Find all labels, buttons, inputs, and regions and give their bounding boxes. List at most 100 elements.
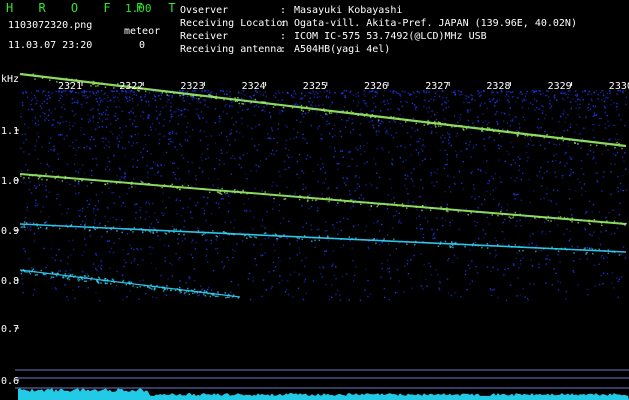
noise-speck	[124, 178, 126, 180]
noise-speck	[240, 167, 243, 169]
noise-speck	[289, 194, 291, 196]
trace-top-speck	[618, 143, 620, 145]
noise-speck	[601, 254, 603, 256]
noise-speck	[399, 219, 401, 222]
noise-speck	[406, 259, 409, 262]
noise-speck	[455, 156, 458, 158]
noise-speck	[443, 118, 446, 120]
noise-speck	[465, 147, 467, 150]
trace-top-speck	[325, 113, 327, 115]
noise-speck	[301, 259, 303, 262]
noise-speck	[432, 237, 434, 240]
noise-speck	[29, 221, 31, 224]
noise-speck	[602, 138, 604, 140]
noise-speck	[281, 110, 283, 112]
noise-speck	[442, 109, 445, 111]
noise-speck	[411, 102, 414, 105]
noise-speck	[586, 288, 589, 291]
trace-faint-speck	[163, 288, 166, 291]
noise-speck	[604, 98, 606, 100]
noise-speck	[180, 114, 182, 116]
noise-speck	[288, 149, 290, 151]
trace-faint-speck	[130, 282, 133, 284]
noise-speck	[133, 248, 135, 251]
noise-speck	[144, 202, 147, 205]
noise-speck	[482, 113, 484, 115]
noise-speck	[528, 243, 530, 245]
noise-speck	[95, 128, 97, 130]
noise-speck	[134, 258, 136, 260]
trace-lower-speck	[110, 227, 112, 229]
noise-speck	[586, 258, 589, 260]
noise-speck	[376, 134, 378, 136]
noise-speck	[533, 98, 536, 100]
noise-speck	[190, 211, 192, 213]
noise-speck	[557, 280, 559, 283]
noise-speck	[537, 127, 539, 129]
noise-speck	[304, 112, 307, 115]
trace-top-speck	[272, 106, 275, 108]
noise-speck	[158, 122, 160, 124]
noise-speck	[24, 133, 27, 135]
trace-lower-speck	[535, 250, 537, 253]
noise-speck	[159, 92, 162, 94]
noise-speck	[616, 277, 618, 279]
noise-speck	[256, 149, 259, 151]
noise-speck	[190, 254, 192, 256]
info-key: Ovserver	[180, 5, 229, 16]
noise-speck	[127, 91, 129, 94]
noise-speck	[538, 129, 540, 132]
noise-speck	[214, 168, 216, 170]
noise-speck	[322, 163, 324, 165]
noise-speck	[598, 124, 601, 127]
header-panel: H R O F F T 1.00 1103072320.png 11.03.07…	[0, 0, 629, 72]
noise-speck	[612, 153, 615, 156]
trace-mid-speck	[31, 175, 34, 177]
noise-speck	[115, 119, 117, 122]
trace-mid-speck	[131, 181, 133, 184]
trace-faint-speck	[149, 287, 151, 289]
trace-lower-speck	[551, 246, 553, 249]
noise-speck	[95, 214, 97, 217]
trace-mid-speck	[429, 207, 431, 209]
noise-speck	[246, 177, 248, 180]
noise-speck	[588, 200, 591, 203]
noise-speck	[264, 238, 266, 240]
noise-speck	[22, 91, 24, 93]
trace-top-speck	[543, 136, 545, 139]
noise-speck	[74, 163, 76, 165]
noise-speck	[230, 101, 232, 103]
noise-speck	[545, 94, 547, 97]
noise-speck	[599, 91, 602, 94]
noise-speck	[59, 204, 62, 206]
trace-mid-speck	[457, 211, 460, 213]
trace-lower-speck	[276, 238, 278, 240]
noise-speck	[587, 106, 589, 109]
noise-speck	[258, 124, 260, 126]
trace-mid-speck	[204, 188, 206, 191]
noise-speck	[155, 267, 157, 270]
noise-speck	[239, 132, 241, 134]
trace-top-speck	[486, 126, 489, 129]
trace-lower-speck	[496, 244, 499, 246]
noise-speck	[172, 171, 175, 174]
trace-top-speck	[215, 97, 218, 100]
trace-mid-speck	[177, 186, 179, 189]
noise-speck	[600, 117, 602, 119]
trace-mid-speck	[588, 219, 590, 221]
noise-speck	[441, 217, 443, 220]
noise-speck	[216, 247, 218, 250]
noise-speck	[137, 249, 139, 251]
noise-speck	[453, 115, 456, 117]
noise-speck	[114, 115, 116, 117]
noise-speck	[149, 252, 152, 255]
noise-speck	[478, 91, 481, 93]
noise-speck	[483, 90, 485, 92]
noise-speck	[272, 181, 274, 184]
noise-speck	[182, 98, 184, 100]
noise-speck	[436, 172, 438, 174]
trace-top-speck	[516, 135, 519, 137]
noise-speck	[456, 154, 458, 156]
noise-speck	[566, 129, 569, 131]
noise-speck	[490, 270, 492, 272]
